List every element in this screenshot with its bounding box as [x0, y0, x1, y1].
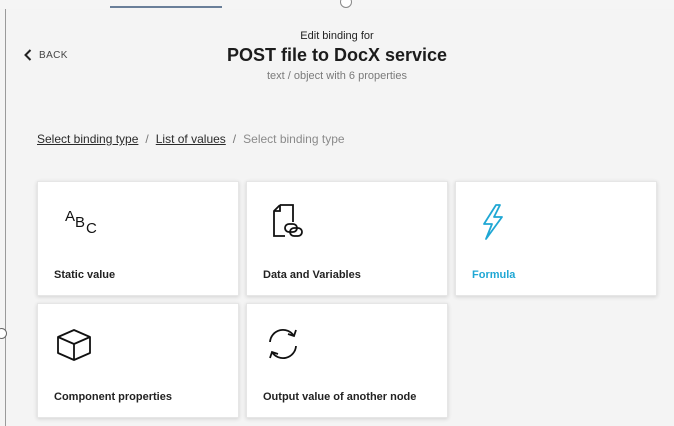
- page-title: POST file to DocX service: [226, 45, 448, 65]
- svg-text:A: A: [65, 208, 75, 225]
- breadcrumb-current: Select binding type: [243, 132, 345, 146]
- refresh-cycle-icon: [263, 324, 303, 364]
- abc-text-icon: A B C: [54, 202, 97, 242]
- breadcrumb-item-select-binding-type[interactable]: Select binding type: [37, 132, 138, 146]
- card-label: Component properties: [54, 391, 172, 403]
- card-data-and-variables[interactable]: Data and Variables: [246, 181, 448, 296]
- edit-binding-eyebrow: Edit binding for: [300, 30, 374, 42]
- breadcrumb: Select binding type / List of values / S…: [37, 132, 345, 146]
- card-label: Data and Variables: [263, 269, 361, 281]
- card-label: Formula: [472, 269, 516, 281]
- background-active-tab: [110, 0, 222, 8]
- cube-icon: [54, 324, 94, 364]
- card-label: Static value: [54, 269, 116, 281]
- card-formula[interactable]: Formula: [455, 181, 657, 296]
- svg-text:C: C: [86, 220, 97, 237]
- document-link-icon: [263, 202, 303, 242]
- card-label: Output value of another node: [263, 391, 417, 403]
- card-output-value-of-another-node[interactable]: Output value of another node: [246, 303, 448, 418]
- breadcrumb-separator: /: [145, 132, 149, 146]
- breadcrumb-separator: /: [232, 132, 237, 146]
- background-handle-dot: [340, 0, 352, 8]
- card-static-value[interactable]: A B C Static value: [37, 181, 239, 296]
- breadcrumb-item-list-of-values[interactable]: List of values: [156, 132, 226, 146]
- card-component-properties[interactable]: Component properties: [37, 303, 239, 418]
- lightning-icon: [472, 202, 512, 242]
- svg-text:B: B: [75, 214, 85, 231]
- page-subtitle: text / object with 6 properties: [266, 70, 407, 82]
